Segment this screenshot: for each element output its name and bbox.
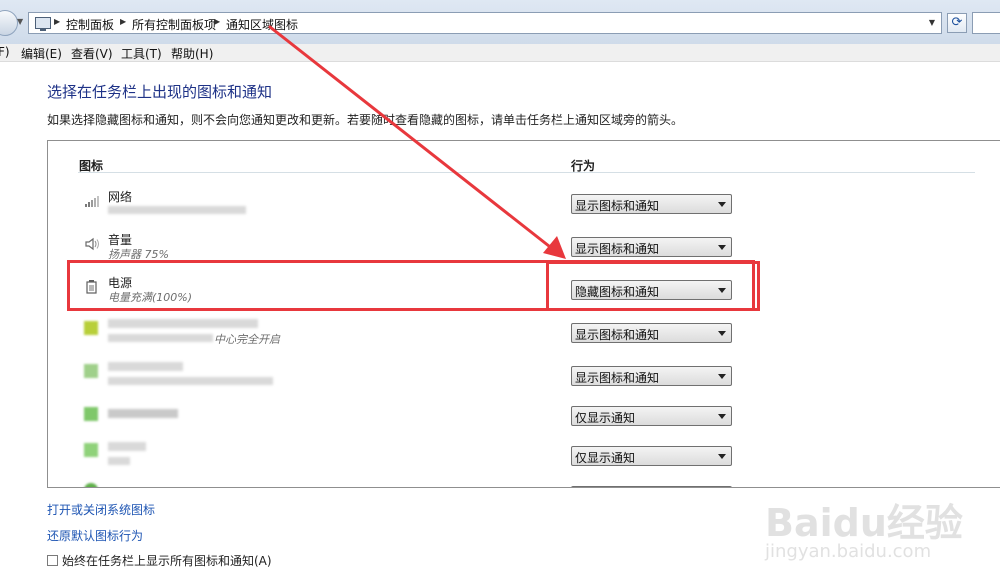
- watermark-url: jingyan.baidu.com: [765, 541, 932, 562]
- link-restore-defaults[interactable]: 还原默认图标行为: [47, 527, 143, 544]
- watermark-logo: Baidu经验: [765, 501, 963, 545]
- always-show-checkbox[interactable]: [47, 555, 58, 566]
- link-toggle-system-icons[interactable]: 打开或关闭系统图标: [47, 501, 155, 518]
- always-show-label: 始终在任务栏上显示所有图标和通知(A): [62, 554, 272, 568]
